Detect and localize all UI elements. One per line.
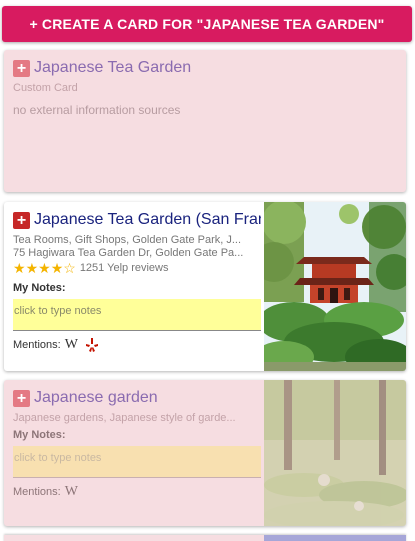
card-categories: Tea Rooms, Gift Shops, Golden Gate Park,… [13, 234, 242, 246]
star-icon: ★ [50, 260, 64, 276]
wikipedia-icon[interactable]: W [65, 337, 78, 353]
card-title[interactable]: Japanese garden [34, 389, 158, 407]
notes-label: My Notes: [13, 429, 66, 441]
notes-input[interactable]: click to type notes [13, 446, 261, 478]
card-subtitle: Japanese gardens, Japanese style of gard… [13, 412, 236, 424]
mentions-row: Mentions: W [13, 337, 261, 353]
wikipedia-icon[interactable]: W [65, 484, 78, 500]
rating-row: ★ ★ ★ ★ ☆ 1251 Yelp reviews [13, 261, 261, 275]
card-title-row: + Japanese garden [13, 389, 261, 407]
card-photo-garden [264, 380, 406, 526]
card-custom[interactable]: + Japanese Tea Garden Custom Card no ext… [4, 50, 406, 192]
mentions-label: Mentions: [13, 339, 61, 351]
card-title[interactable]: Japanese Tea Garden (San Francisco) [34, 211, 261, 229]
card-next-partial [4, 535, 406, 541]
card-title[interactable]: Japanese Tea Garden [34, 59, 191, 77]
notes-label: My Notes: [13, 282, 66, 294]
star-icon: ★ [13, 260, 26, 276]
star-empty-icon: ☆ [63, 260, 76, 276]
notes-input[interactable]: click to type notes [13, 299, 261, 331]
plus-icon[interactable]: + [13, 59, 30, 77]
yelp-icon[interactable] [85, 338, 98, 352]
plus-icon[interactable]: + [13, 389, 30, 407]
card-title-row: + Japanese Tea Garden (San Francisco) [13, 211, 261, 229]
card-subtitle: Custom Card [13, 82, 78, 94]
review-count[interactable]: 1251 Yelp reviews [80, 262, 169, 274]
card-title-row: + Japanese Tea Garden [13, 59, 261, 77]
card-yelp-place[interactable]: + Japanese Tea Garden (San Francisco) Te… [4, 202, 406, 371]
card-body: + Japanese garden Japanese gardens, Japa… [13, 389, 261, 500]
card-body: + Japanese Tea Garden (San Francisco) Te… [13, 211, 261, 353]
card-body: + Japanese Tea Garden Custom Card no ext… [13, 59, 261, 117]
mentions-label: Mentions: [13, 486, 61, 498]
create-card-button[interactable]: + CREATE A CARD FOR "JAPANESE TEA GARDEN… [2, 6, 412, 42]
card-photo-pagoda [254, 202, 406, 371]
card-info: no external information sources [13, 103, 181, 117]
card-photo-partial [264, 535, 406, 541]
card-address: 75 Hagiwara Tea Garden Dr, Golden Gate P… [13, 247, 244, 259]
star-icon: ★ [25, 260, 39, 276]
star-icon: ★ [38, 260, 51, 276]
card-panel: + CREATE A CARD FOR "JAPANESE TEA GARDEN… [0, 0, 415, 541]
card-wikipedia-topic[interactable]: + Japanese garden Japanese gardens, Japa… [4, 380, 406, 526]
plus-icon[interactable]: + [13, 211, 30, 229]
mentions-row: Mentions: W [13, 484, 261, 500]
